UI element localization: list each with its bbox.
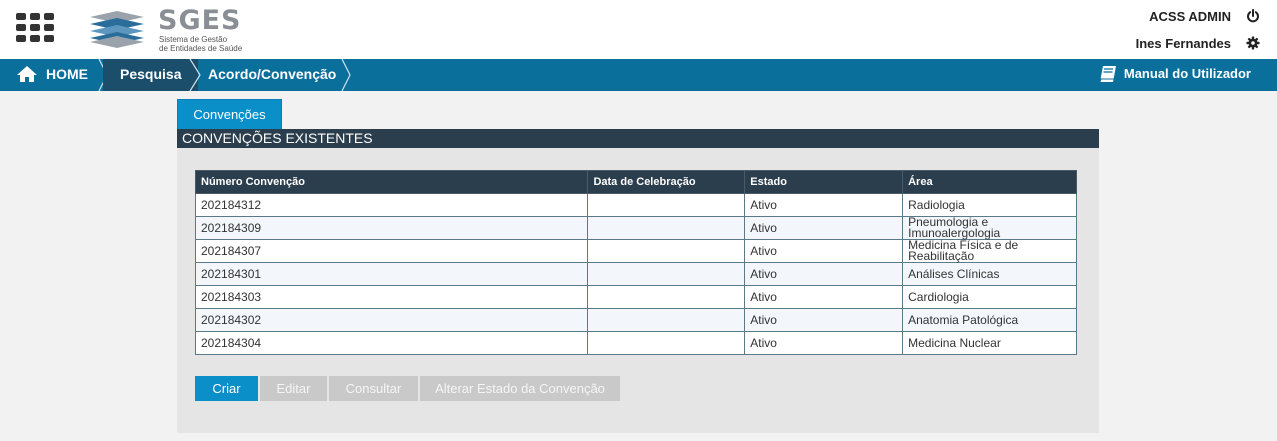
cell-numero: 202184309 — [194, 216, 589, 240]
column-header-data[interactable]: Data de Celebração — [587, 170, 746, 194]
cell-area: Análises Clínicas — [902, 262, 1077, 286]
cell-estado: Ativo — [744, 331, 904, 355]
cell-area: Medicina Física e de Reabilitação — [902, 239, 1077, 263]
cell-estado: Ativo — [744, 285, 904, 309]
column-header-area[interactable]: Área — [902, 170, 1077, 194]
gear-icon[interactable] — [1246, 36, 1260, 50]
table-row[interactable]: 202184309 Ativo Pneumologia e Imunoalerg… — [194, 216, 1077, 240]
cell-numero: 202184302 — [194, 308, 589, 332]
apps-grid-icon[interactable] — [16, 13, 54, 42]
action-buttons: Criar Editar Consultar Alterar Estado da… — [195, 376, 622, 401]
column-header-numero[interactable]: Número Convenção — [194, 170, 589, 194]
cell-area: Pneumologia e Imunoalergologia — [902, 216, 1077, 240]
consultar-button[interactable]: Consultar — [329, 376, 418, 401]
table-row[interactable]: 202184302 Ativo Anatomia Patológica — [194, 308, 1077, 332]
editar-button[interactable]: Editar — [260, 376, 327, 401]
cell-estado: Ativo — [744, 308, 904, 332]
alterar-estado-button[interactable]: Alterar Estado da Convenção — [420, 376, 620, 401]
table-row[interactable]: 202184304 Ativo Medicina Nuclear — [194, 331, 1077, 355]
user-role: ACSS ADMIN — [1149, 9, 1231, 24]
panel-title: CONVENÇÕES EXISTENTES — [177, 129, 1099, 148]
cell-data — [587, 262, 746, 286]
tab-convencoes[interactable]: Convenções — [177, 99, 282, 129]
cell-estado: Ativo — [744, 216, 904, 240]
cell-estado: Ativo — [744, 239, 904, 263]
book-icon — [1099, 66, 1116, 83]
criar-button[interactable]: Criar — [195, 376, 258, 401]
manual-link[interactable]: Manual do Utilizador — [1098, 59, 1251, 91]
cell-area: Medicina Nuclear — [902, 331, 1077, 355]
cell-area: Cardiologia — [902, 285, 1077, 309]
cell-data — [587, 239, 746, 263]
breadcrumb-home-label: HOME — [46, 66, 88, 82]
logo-title: SGES — [158, 5, 242, 36]
cell-estado: Ativo — [744, 262, 904, 286]
convencoes-panel: CONVENÇÕES EXISTENTES Número Convenção D… — [177, 129, 1099, 433]
cell-numero: 202184307 — [194, 239, 589, 263]
breadcrumb-acordo-convencao[interactable]: Acordo/Convenção — [190, 59, 350, 91]
cell-estado: Ativo — [744, 193, 904, 217]
breadcrumb-pesquisa[interactable]: Pesquisa — [103, 59, 198, 91]
cell-numero: 202184303 — [194, 285, 589, 309]
cell-numero: 202184312 — [194, 193, 589, 217]
cell-data — [587, 216, 746, 240]
sges-logo[interactable]: SGES Sistema de Gestão de Entidades de S… — [88, 5, 258, 53]
cell-data — [587, 308, 746, 332]
table-header-row: Número Convenção Data de Celebração Esta… — [194, 170, 1077, 194]
logo-subtitle-line1: Sistema de Gestão — [159, 35, 228, 44]
cell-area: Anatomia Patológica — [902, 308, 1077, 332]
cell-data — [587, 193, 746, 217]
logo-subtitle-line2: de Entidades de Saúde — [159, 44, 243, 53]
breadcrumb-bar: HOME Pesquisa Acordo/Convenção Manual do… — [0, 59, 1277, 91]
power-icon[interactable] — [1246, 9, 1260, 23]
cell-numero: 202184304 — [194, 331, 589, 355]
cell-area: Radiologia — [902, 193, 1077, 217]
sges-logo-mark-icon — [90, 11, 144, 48]
manual-label: Manual do Utilizador — [1123, 66, 1251, 81]
table-row[interactable]: 202184303 Ativo Cardiologia — [194, 285, 1077, 309]
table-row[interactable]: 202184301 Ativo Análises Clínicas — [194, 262, 1077, 286]
breadcrumb-home[interactable]: HOME — [0, 59, 105, 91]
cell-data — [587, 331, 746, 355]
column-header-estado[interactable]: Estado — [744, 170, 904, 194]
breadcrumb-separator-icon — [341, 59, 351, 91]
cell-numero: 202184301 — [194, 262, 589, 286]
convencoes-table: Número Convenção Data de Celebração Esta… — [194, 170, 1077, 355]
top-header: SGES Sistema de Gestão de Entidades de S… — [0, 0, 1277, 59]
table-row[interactable]: 202184312 Ativo Radiologia — [194, 193, 1077, 217]
user-name[interactable]: Ines Fernandes — [1136, 36, 1231, 51]
home-icon — [17, 66, 37, 82]
cell-data — [587, 285, 746, 309]
table-row[interactable]: 202184307 Ativo Medicina Física e de Rea… — [194, 239, 1077, 263]
